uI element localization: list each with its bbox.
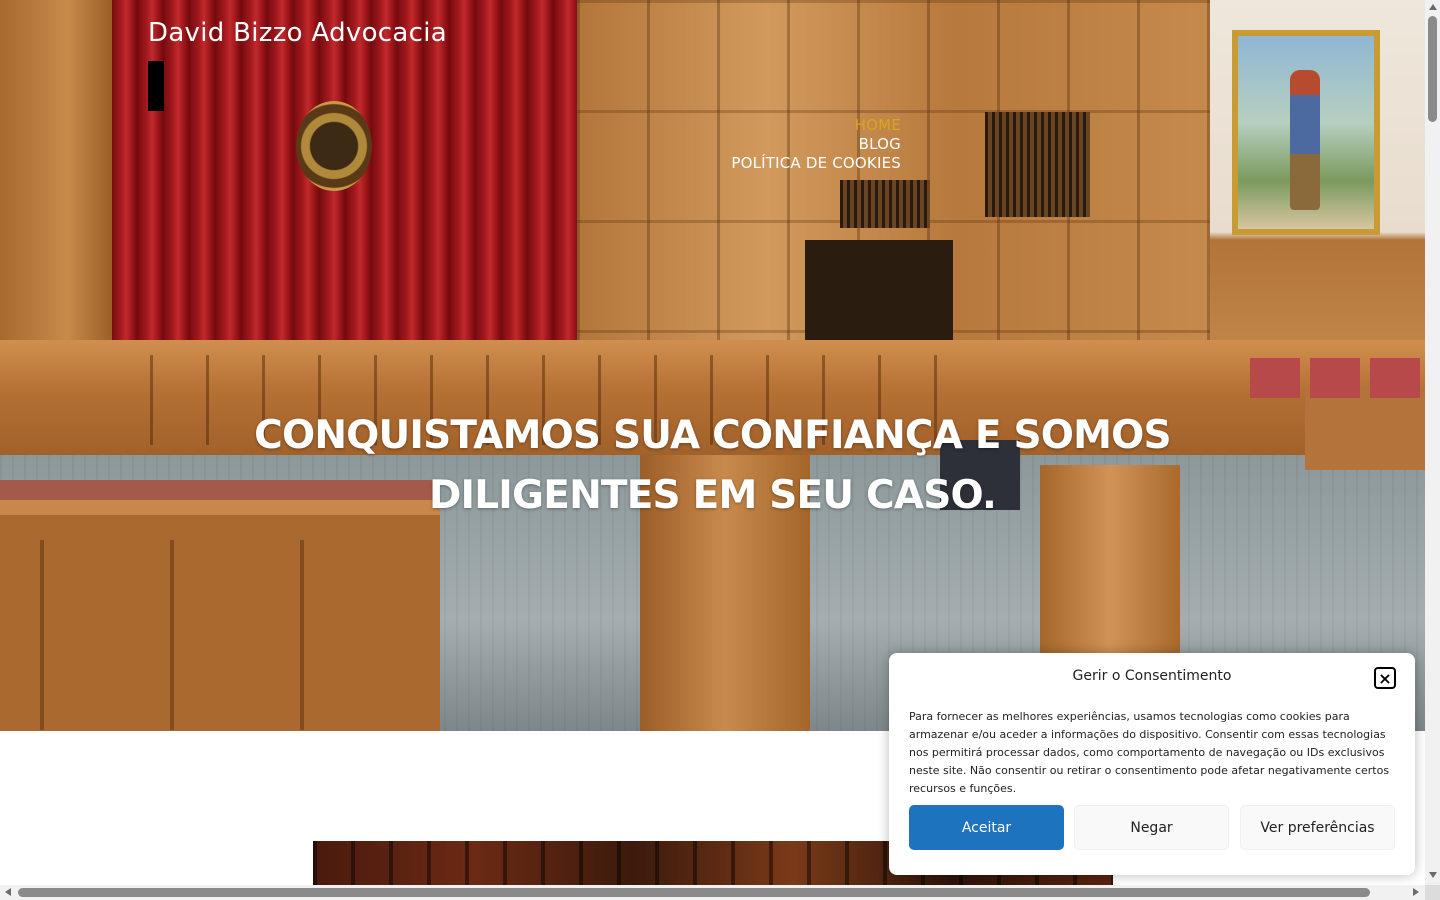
hero-banner: David Bizzo Advocacia HOME BLOG POLÍTICA…: [0, 0, 1425, 731]
university-seal-icon: [296, 101, 372, 191]
jury-chairs: [1250, 358, 1425, 398]
wood-wall-left: [0, 0, 112, 360]
doorway: [805, 240, 953, 340]
nav-item-home[interactable]: HOME: [731, 116, 901, 135]
view-preferences-button[interactable]: Ver preferências: [1240, 805, 1395, 850]
main-navigation: HOME BLOG POLÍTICA DE COOKIES: [731, 116, 901, 173]
scrollbar-corner: [1425, 885, 1440, 900]
vertical-scrollbar[interactable]: [1425, 0, 1440, 885]
horizontal-scrollbar-thumb[interactable]: [18, 888, 1370, 897]
cookie-dialog-title: Gerir o Consentimento: [1072, 668, 1232, 684]
cookie-consent-dialog: Gerir o Consentimento × Para fornecer as…: [889, 653, 1415, 875]
painting-figure: [1290, 70, 1320, 210]
counsel-table-panels: [40, 540, 430, 730]
wall-vent-lower: [840, 180, 930, 228]
vertical-scrollbar-thumb[interactable]: [1428, 16, 1437, 122]
nav-item-blog[interactable]: BLOG: [731, 135, 901, 154]
cookie-dialog-text: Para fornecer as melhores experiências, …: [909, 710, 1390, 795]
scroll-left-arrow-icon[interactable]: [5, 888, 11, 896]
close-icon[interactable]: ×: [1374, 667, 1396, 689]
jury-rail: [1305, 390, 1425, 470]
site-title[interactable]: David Bizzo Advocacia: [148, 18, 447, 48]
deny-button[interactable]: Negar: [1074, 805, 1229, 850]
scroll-up-arrow-icon[interactable]: [1429, 4, 1437, 10]
hero-heading: CONQUISTAMOS SUA CONFIANÇA E SOMOS DILIG…: [254, 413, 1171, 518]
menu-toggle-button[interactable]: [148, 61, 164, 111]
nav-item-cookie-policy[interactable]: POLÍTICA DE COOKIES: [731, 154, 901, 173]
wall-vent: [985, 112, 1090, 217]
accept-button[interactable]: Aceitar: [909, 805, 1064, 850]
scroll-right-arrow-icon[interactable]: [1413, 888, 1419, 896]
scroll-down-arrow-icon[interactable]: [1429, 872, 1437, 878]
